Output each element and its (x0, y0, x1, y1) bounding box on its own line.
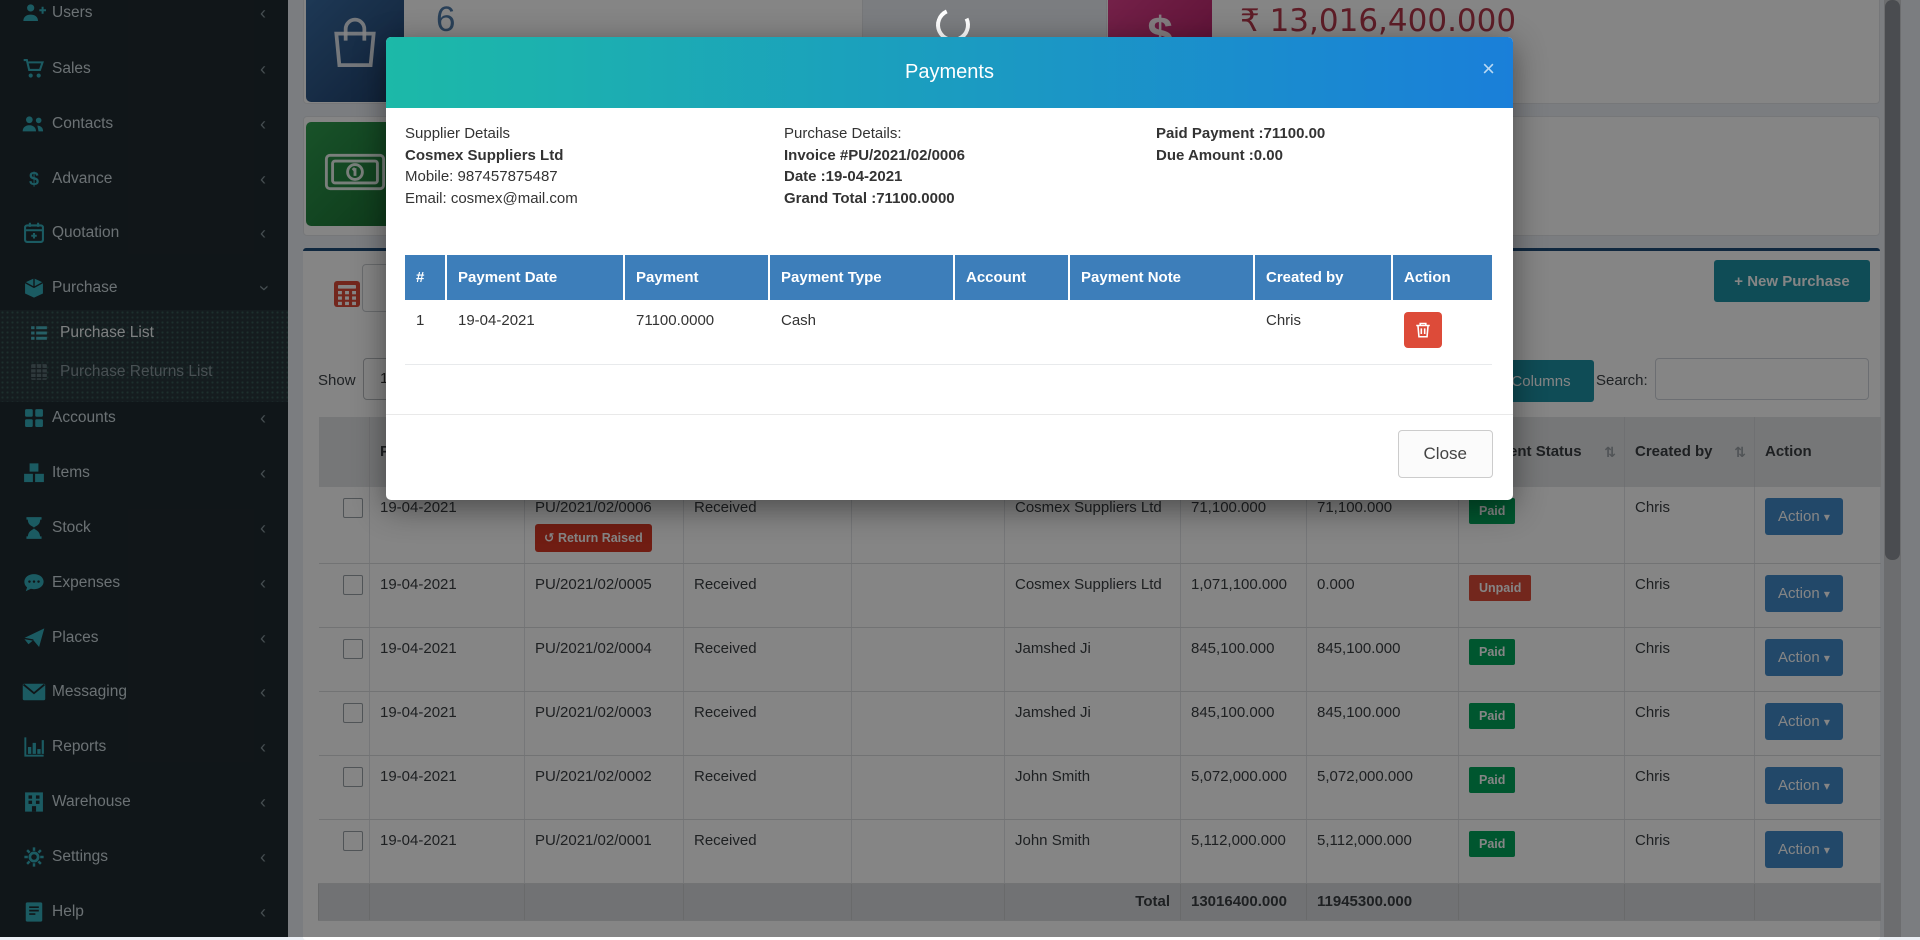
payments-modal-header: Payments × (386, 37, 1513, 108)
modal-title: Payments (386, 37, 1513, 108)
payments-table: #Payment DatePaymentPayment TypeAccountP… (405, 255, 1492, 365)
payments-column-header: Payment Note (1070, 255, 1255, 300)
payments-column-header: Payment Type (770, 255, 955, 300)
cell-payment-type: Cash (770, 300, 955, 365)
due-amount: Due Amount :0.00 (1156, 145, 1494, 167)
trash-icon (1414, 320, 1432, 340)
paid-payment: Paid Payment :71100.00 (1156, 123, 1494, 145)
cell-account (955, 300, 1070, 365)
supplier-mobile: Mobile: 987457875487 (405, 166, 784, 188)
payments-modal: Payments × Supplier Details Cosmex Suppl… (386, 37, 1513, 500)
payments-column-header: Payment Date (447, 255, 625, 300)
cell-no: 1 (405, 300, 447, 365)
purchase-invoice: Invoice #PU/2021/02/0006 (784, 145, 1156, 167)
payment-details: Supplier Details Cosmex Suppliers Ltd Mo… (405, 123, 1494, 209)
payments-column-header: Action (1393, 255, 1492, 300)
cell-payment-amount: 71100.0000 (625, 300, 770, 365)
payments-column-header: Account (955, 255, 1070, 300)
payments-column-header: Created by (1255, 255, 1393, 300)
purchase-details: Purchase Details: Invoice #PU/2021/02/00… (784, 123, 1156, 209)
purchase-date: Date :19-04-2021 (784, 166, 1156, 188)
modal-footer: Close (386, 414, 1513, 500)
supplier-details: Supplier Details Cosmex Suppliers Ltd Mo… (405, 123, 784, 209)
payments-table-header: #Payment DatePaymentPayment TypeAccountP… (405, 255, 1492, 300)
cell-created-by: Chris (1255, 300, 1393, 365)
payment-summary: Paid Payment :71100.00 Due Amount :0.00 (1156, 123, 1494, 209)
delete-payment-button[interactable] (1404, 312, 1442, 348)
cell-payment-date: 19-04-2021 (447, 300, 625, 365)
payments-column-header: Payment (625, 255, 770, 300)
supplier-name: Cosmex Suppliers Ltd (405, 145, 784, 167)
cell-payment-note (1070, 300, 1255, 365)
close-button[interactable]: Close (1398, 430, 1493, 478)
supplier-email: Email: cosmex@mail.com (405, 188, 784, 210)
purchase-grand-total: Grand Total :71100.0000 (784, 188, 1156, 210)
purchase-heading: Purchase Details: (784, 123, 1156, 145)
supplier-heading: Supplier Details (405, 123, 784, 145)
payment-row: 119-04-202171100.0000Cash Chris (405, 300, 1492, 365)
close-icon[interactable]: × (1482, 58, 1495, 80)
payments-column-header: # (405, 255, 447, 300)
